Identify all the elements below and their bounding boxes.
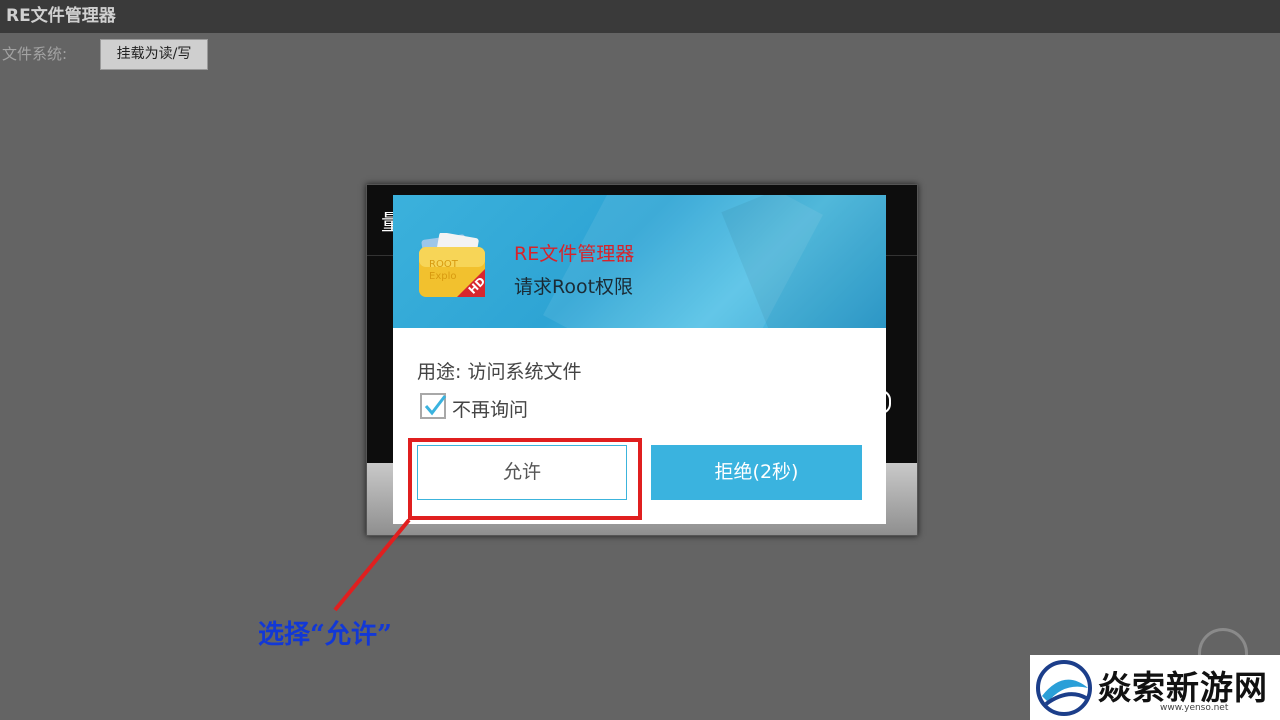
- watermark-url: www.yenso.net: [1160, 703, 1229, 713]
- deny-button[interactable]: 拒绝(2秒): [651, 445, 862, 500]
- purpose-text: 用途: 访问系统文件: [417, 361, 582, 383]
- watermark-text: 焱索新游网: [1098, 668, 1268, 707]
- mount-rw-button[interactable]: 挂载为读/写: [100, 39, 208, 70]
- svg-text:ROOT: ROOT: [429, 259, 459, 270]
- svg-text:Explo: Explo: [429, 271, 456, 282]
- request-description: 请求Root权限: [514, 276, 634, 298]
- root-explorer-icon: ROOT Explo HD: [419, 233, 488, 297]
- dialog-header: ROOT Explo HD RE文件管理器 请求Root权限: [393, 195, 886, 328]
- remember-label[interactable]: 不再询问: [452, 395, 528, 422]
- remember-checkbox[interactable]: [420, 393, 447, 419]
- watermark-swirl: [1198, 628, 1248, 658]
- watermark: 焱索新游网 www.yenso.net: [1030, 655, 1280, 720]
- app-title: RE文件管理器: [0, 0, 1280, 33]
- watermark-logo-icon: [1036, 660, 1092, 716]
- filesystem-label: 文件系统:: [2, 45, 68, 63]
- checkmark-icon: [424, 395, 447, 416]
- requesting-app-name: RE文件管理器: [514, 243, 635, 265]
- annotation-caption: 选择“允许”: [258, 620, 392, 650]
- allow-highlight-box: [408, 438, 642, 520]
